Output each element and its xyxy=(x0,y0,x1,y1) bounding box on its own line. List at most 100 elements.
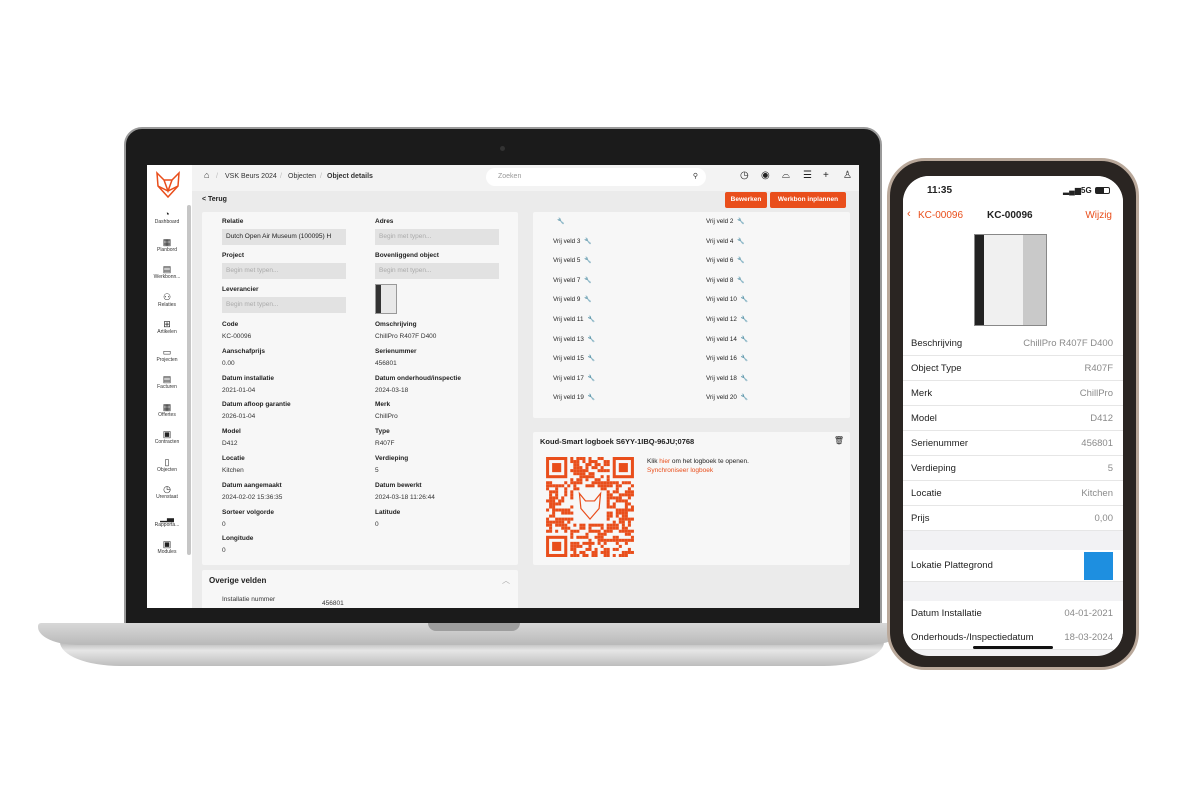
eye-icon[interactable]: ◉ xyxy=(761,170,770,181)
bovenliggend-field[interactable]: Begin met typen... xyxy=(375,263,499,279)
sidebar-item-label: Rapporta... xyxy=(154,521,180,528)
field-label: Datum aangemaakt xyxy=(222,481,282,489)
wrench-icon[interactable]: 🔧 xyxy=(584,278,591,284)
calendar-icon: ▦ xyxy=(162,236,172,247)
qr-module xyxy=(594,535,598,539)
project-field[interactable]: Begin met typen... xyxy=(222,263,346,279)
qr-module xyxy=(549,505,553,509)
plus-icon[interactable]: + xyxy=(823,170,829,181)
qr-module xyxy=(555,490,559,494)
qr-module xyxy=(579,469,583,473)
trash-icon[interactable]: 🗑 xyxy=(834,436,844,445)
wrench-icon[interactable]: 🔧 xyxy=(584,297,591,303)
sidebar-item-relaties[interactable]: ⚇ Relaties xyxy=(147,292,187,308)
detail-row: Object Type R407F xyxy=(903,356,1123,381)
user-icon[interactable]: ♙ xyxy=(843,170,852,181)
qr-module xyxy=(618,538,622,542)
wrench-icon[interactable]: 🔧 xyxy=(741,356,748,362)
sidebar-item-rapporta[interactable]: ▁▃ Rapporta... xyxy=(147,512,187,528)
wrench-icon[interactable]: 🔧 xyxy=(588,376,595,382)
qr-module xyxy=(549,520,553,524)
wrench-icon[interactable]: 🔧 xyxy=(741,376,748,382)
qr-module xyxy=(549,490,553,494)
wrench-icon[interactable]: 🔧 xyxy=(584,239,591,245)
inbox-icon[interactable]: ⌓ xyxy=(782,170,790,181)
sidebar-item-artikelen[interactable]: ⊞ Artikelen xyxy=(147,319,187,335)
qr-module xyxy=(627,487,631,491)
plan-workorder-button[interactable]: Werkbon inplannen xyxy=(770,192,846,208)
free-field-label: Vrij veld 11 xyxy=(553,316,584,323)
edit-button[interactable]: Bewerken xyxy=(725,192,767,208)
sync-logbook-link[interactable]: Synchroniseer logboek xyxy=(647,467,713,474)
search-input[interactable]: Zoeken ⚲ xyxy=(486,168,706,186)
qr-module xyxy=(576,541,580,545)
phone-edit-button[interactable]: Wijzig xyxy=(1085,210,1112,221)
leverancier-field[interactable]: Begin met typen... xyxy=(222,297,346,313)
sidebar-scrollbar[interactable] xyxy=(187,205,191,555)
qr-module xyxy=(630,490,634,494)
breadcrumb-project[interactable]: VSK Beurs 2024 xyxy=(225,173,277,180)
sidebar-item-offertes[interactable]: ▦ Offertes xyxy=(147,402,187,418)
wrench-icon[interactable]: 🔧 xyxy=(737,219,744,225)
checklist-icon[interactable]: ☰ xyxy=(803,170,812,181)
adres-field[interactable]: Begin met typen... xyxy=(375,229,499,245)
back-link[interactable]: < Terug xyxy=(202,196,227,203)
back-chevron-icon[interactable]: ‹ xyxy=(907,208,911,220)
qr-module xyxy=(582,553,586,557)
relatie-label: Relatie xyxy=(222,218,244,225)
qr-module xyxy=(612,481,616,485)
qr-module xyxy=(615,514,619,518)
relatie-field[interactable]: Dutch Open Air Museum (100095) H xyxy=(222,229,346,245)
sidebar-item-facturen[interactable]: ▤ Facturen xyxy=(147,374,187,390)
wrench-icon[interactable]: 🔧 xyxy=(741,317,748,323)
sidebar-item-urenstaat[interactable]: ◷ Urenstaat xyxy=(147,484,187,500)
phone-back-button[interactable]: KC-00096 xyxy=(918,210,963,221)
wrench-icon[interactable]: 🔧 xyxy=(741,395,748,401)
floorplan-thumbnail[interactable] xyxy=(1084,552,1113,580)
wrench-icon[interactable]: 🔧 xyxy=(741,337,748,343)
sidebar-item-werkbonn[interactable]: ▤ Werkbonn... xyxy=(147,264,187,280)
clock-icon[interactable]: ◷ xyxy=(740,170,749,181)
wrench-icon[interactable]: 🔧 xyxy=(588,395,595,401)
qr-module xyxy=(621,526,625,530)
qr-module xyxy=(615,499,619,503)
qr-module xyxy=(600,550,604,554)
qr-module xyxy=(594,481,598,485)
logbook-open-link[interactable]: hier xyxy=(659,458,670,465)
qr-module xyxy=(606,529,610,533)
qr-module xyxy=(552,490,556,494)
qr-module xyxy=(591,472,595,476)
qr-module xyxy=(612,523,616,527)
qr-module xyxy=(576,481,580,485)
wrench-icon[interactable]: 🔧 xyxy=(737,258,744,264)
wrench-icon[interactable]: 🔧 xyxy=(741,297,748,303)
qr-module xyxy=(588,541,592,545)
qr-module xyxy=(576,460,580,464)
qr-module xyxy=(576,553,580,557)
sidebar-item-dashboard[interactable]: ◔ Dashboard xyxy=(147,209,187,225)
collapse-chevron-icon[interactable]: ︿ xyxy=(502,575,510,586)
sidebar-item-label: Urenstaat xyxy=(156,494,178,500)
wrench-icon[interactable]: 🔧 xyxy=(737,278,744,284)
wrench-icon[interactable]: 🔧 xyxy=(588,356,595,362)
field-label: Longitude xyxy=(222,535,254,543)
sidebar-item-contracten[interactable]: ▣ Contracten xyxy=(147,429,187,445)
wrench-icon[interactable]: 🔧 xyxy=(737,239,744,245)
qr-module xyxy=(591,550,595,554)
plattegrond-row[interactable]: Lokatie Plattegrond xyxy=(903,550,1123,582)
home-icon[interactable]: ⌂ xyxy=(204,170,209,180)
sidebar-item-modules[interactable]: ▣ Modules xyxy=(147,539,187,555)
sidebar-item-projecten[interactable]: ▭ Projecten xyxy=(147,347,187,363)
qr-module xyxy=(618,511,622,515)
sidebar-item-objecten[interactable]: ▯ Objecten xyxy=(147,457,187,473)
wrench-icon[interactable]: 🔧 xyxy=(557,219,564,225)
sidebar-item-planbord[interactable]: ▦ Planbord xyxy=(147,237,187,253)
free-field-12: Vrij veld 12 🔧 xyxy=(706,316,748,323)
wrench-icon[interactable]: 🔧 xyxy=(584,258,591,264)
wrench-icon[interactable]: 🔧 xyxy=(588,337,595,343)
qr-module xyxy=(615,490,619,494)
qr-code[interactable] xyxy=(546,457,634,557)
wrench-icon[interactable]: 🔧 xyxy=(587,317,594,323)
breadcrumb-objecten[interactable]: Objecten xyxy=(288,173,316,180)
signal-icon: ▂▄▆ xyxy=(1063,186,1081,195)
